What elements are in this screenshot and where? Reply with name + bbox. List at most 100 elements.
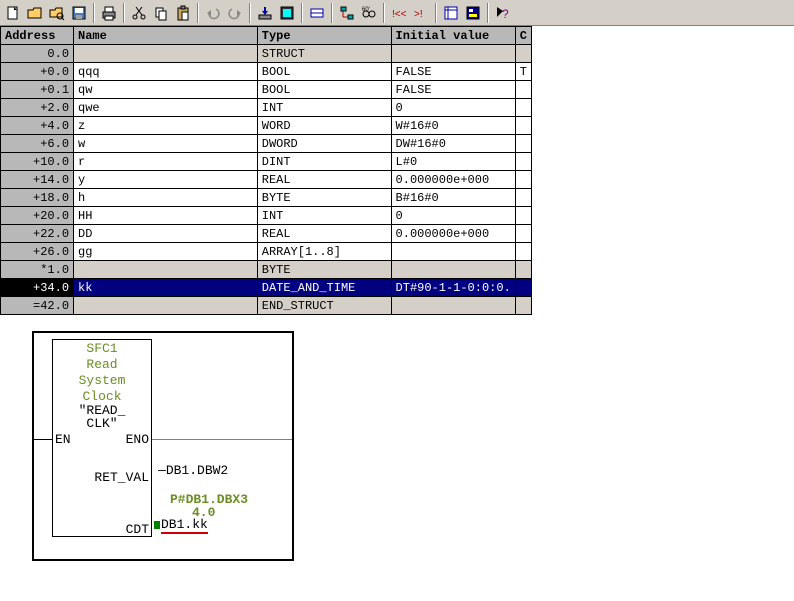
cell[interactable]: *1.0 [1, 261, 74, 279]
cell[interactable] [515, 171, 531, 189]
cell[interactable]: DD [74, 225, 258, 243]
cell[interactable] [515, 207, 531, 225]
cell[interactable]: gg [74, 243, 258, 261]
table-row[interactable]: +20.0HHINT0 [1, 207, 532, 225]
cell[interactable]: +22.0 [1, 225, 74, 243]
cell[interactable]: kk [74, 279, 258, 297]
cell[interactable]: B#16#0 [391, 189, 515, 207]
cell[interactable] [74, 297, 258, 315]
cell[interactable]: qqq [74, 63, 258, 81]
table-row[interactable]: +4.0zWORDW#16#0 [1, 117, 532, 135]
cell[interactable]: L#0 [391, 153, 515, 171]
cell[interactable]: y [74, 171, 258, 189]
cell[interactable] [515, 243, 531, 261]
table-row[interactable]: +26.0ggARRAY[1..8] [1, 243, 532, 261]
cell[interactable]: HH [74, 207, 258, 225]
cell[interactable]: 0.000000e+000 [391, 171, 515, 189]
print-icon[interactable] [98, 2, 120, 24]
cell[interactable]: r [74, 153, 258, 171]
cell[interactable] [515, 189, 531, 207]
declaration-table[interactable]: Address Name Type Initial value C 0.0STR… [0, 26, 532, 315]
overview-icon[interactable] [462, 2, 484, 24]
port-cdt[interactable]: CDT [126, 522, 149, 537]
cell[interactable]: +34.0 [1, 279, 74, 297]
cell[interactable]: DATE_AND_TIME [257, 279, 391, 297]
cell[interactable] [515, 225, 531, 243]
cell[interactable]: +4.0 [1, 117, 74, 135]
cell[interactable] [391, 243, 515, 261]
table-row[interactable]: +2.0qweINT0 [1, 99, 532, 117]
save-icon[interactable] [68, 2, 90, 24]
undo-icon[interactable] [202, 2, 224, 24]
download2-icon[interactable] [276, 2, 298, 24]
copy-icon[interactable] [150, 2, 172, 24]
cell[interactable]: BOOL [257, 63, 391, 81]
cell[interactable] [515, 153, 531, 171]
table-row[interactable]: *1.0 BYTE [1, 261, 532, 279]
cell[interactable]: FALSE [391, 63, 515, 81]
paste-icon[interactable] [172, 2, 194, 24]
cell[interactable] [515, 45, 531, 63]
cut-icon[interactable] [128, 2, 150, 24]
cell[interactable]: BYTE [257, 261, 391, 279]
cell[interactable]: DWORD [257, 135, 391, 153]
cell[interactable]: 0.000000e+000 [391, 225, 515, 243]
table-row[interactable]: 0.0 STRUCT [1, 45, 532, 63]
cell[interactable]: DW#16#0 [391, 135, 515, 153]
cell[interactable]: 0 [391, 207, 515, 225]
table-row[interactable]: +34.0kkDATE_AND_TIMEDT#90-1-1-0:0:0. [1, 279, 532, 297]
cell[interactable] [515, 81, 531, 99]
cell[interactable] [74, 45, 258, 63]
cell[interactable] [515, 99, 531, 117]
cell[interactable] [515, 297, 531, 315]
redo-icon[interactable] [224, 2, 246, 24]
cell[interactable] [391, 45, 515, 63]
network-icon[interactable] [336, 2, 358, 24]
cell[interactable]: +0.1 [1, 81, 74, 99]
cell[interactable]: +18.0 [1, 189, 74, 207]
cell[interactable]: 0 [391, 99, 515, 117]
cell[interactable]: DINT [257, 153, 391, 171]
cell[interactable]: STRUCT [257, 45, 391, 63]
cell[interactable]: FALSE [391, 81, 515, 99]
cell[interactable] [515, 117, 531, 135]
goto-start-icon[interactable]: !<< [388, 2, 410, 24]
port-retval[interactable]: RET_VAL [94, 470, 149, 485]
cell[interactable]: REAL [257, 171, 391, 189]
cell[interactable]: 0.0 [1, 45, 74, 63]
cell[interactable]: WORD [257, 117, 391, 135]
fbd-network[interactable]: SFC1 Read System Clock "READ_ CLK" EN EN… [32, 331, 294, 561]
cell[interactable]: +20.0 [1, 207, 74, 225]
download-icon[interactable] [254, 2, 276, 24]
table-row[interactable]: +0.0qqqBOOLFALSET [1, 63, 532, 81]
cell[interactable]: BOOL [257, 81, 391, 99]
cell[interactable]: BYTE [257, 189, 391, 207]
cell[interactable]: +14.0 [1, 171, 74, 189]
cell[interactable]: T [515, 63, 531, 81]
cell[interactable]: INT [257, 99, 391, 117]
cell[interactable]: w [74, 135, 258, 153]
cell[interactable]: qw [74, 81, 258, 99]
sfc1-block[interactable]: SFC1 Read System Clock "READ_ CLK" EN EN… [52, 339, 152, 537]
cell[interactable]: +6.0 [1, 135, 74, 153]
table-row[interactable]: =42.0 END_STRUCT [1, 297, 532, 315]
glasses-icon[interactable]: 60' [358, 2, 380, 24]
cell[interactable]: +0.0 [1, 63, 74, 81]
module-icon[interactable] [306, 2, 328, 24]
cell[interactable]: END_STRUCT [257, 297, 391, 315]
cell[interactable] [515, 279, 531, 297]
port-eno[interactable]: ENO [126, 432, 149, 447]
port-en[interactable]: EN [55, 432, 71, 447]
open-icon[interactable] [24, 2, 46, 24]
save-magnify-icon[interactable] [46, 2, 68, 24]
table-row[interactable]: +18.0hBYTEB#16#0 [1, 189, 532, 207]
cell[interactable]: =42.0 [1, 297, 74, 315]
cell[interactable] [515, 261, 531, 279]
table-row[interactable]: +14.0yREAL0.000000e+000 [1, 171, 532, 189]
cell[interactable]: +26.0 [1, 243, 74, 261]
cell[interactable]: +10.0 [1, 153, 74, 171]
new-icon[interactable] [2, 2, 24, 24]
table-row[interactable]: +10.0rDINTL#0 [1, 153, 532, 171]
table-row[interactable]: +0.1qwBOOLFALSE [1, 81, 532, 99]
help-icon[interactable]: ? [492, 2, 514, 24]
